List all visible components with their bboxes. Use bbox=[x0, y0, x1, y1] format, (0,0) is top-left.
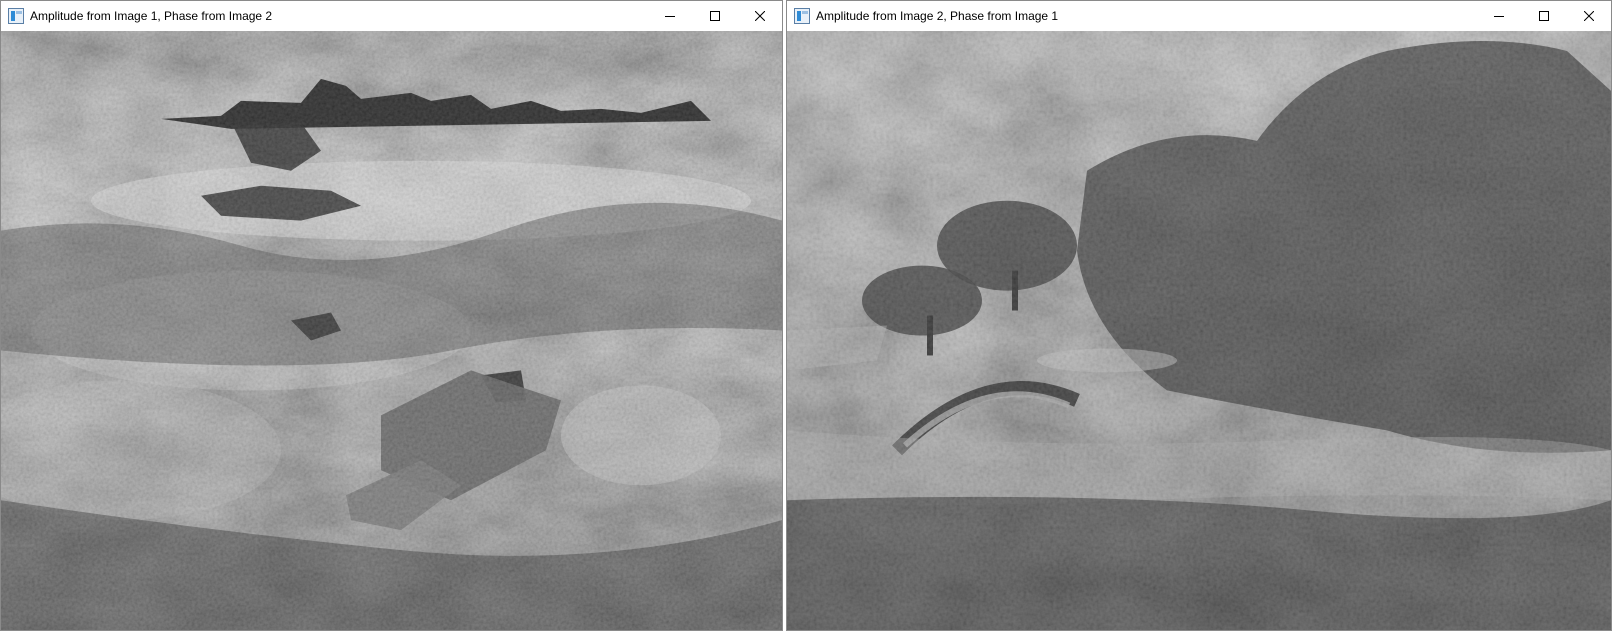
window-title: Amplitude from Image 2, Phase from Image… bbox=[816, 9, 1059, 23]
close-button[interactable] bbox=[1566, 1, 1611, 31]
amplitude2-phase1-image bbox=[787, 31, 1611, 630]
image-window-left: Amplitude from Image 1, Phase from Image… bbox=[0, 0, 783, 631]
minimize-button[interactable] bbox=[1476, 1, 1521, 31]
close-icon bbox=[1583, 11, 1594, 21]
minimize-icon bbox=[664, 16, 675, 17]
image-window-right: Amplitude from Image 2, Phase from Image… bbox=[786, 0, 1612, 631]
image-canvas bbox=[787, 31, 1611, 630]
close-button[interactable] bbox=[737, 1, 782, 31]
amplitude1-phase2-image bbox=[1, 31, 782, 630]
caption-buttons bbox=[647, 1, 782, 31]
minimize-button[interactable] bbox=[647, 1, 692, 31]
window-title: Amplitude from Image 1, Phase from Image… bbox=[30, 9, 273, 23]
title-bar[interactable]: Amplitude from Image 2, Phase from Image… bbox=[787, 1, 1611, 31]
title-bar[interactable]: Amplitude from Image 1, Phase from Image… bbox=[1, 1, 782, 31]
caption-buttons bbox=[1476, 1, 1611, 31]
image-canvas bbox=[1, 31, 782, 630]
maximize-icon bbox=[1538, 11, 1549, 21]
close-icon bbox=[754, 11, 765, 21]
maximize-button[interactable] bbox=[692, 1, 737, 31]
app-window-icon[interactable] bbox=[794, 8, 810, 24]
minimize-icon bbox=[1493, 16, 1504, 17]
app-window-icon[interactable] bbox=[8, 8, 24, 24]
maximize-icon bbox=[709, 11, 720, 21]
maximize-button[interactable] bbox=[1521, 1, 1566, 31]
